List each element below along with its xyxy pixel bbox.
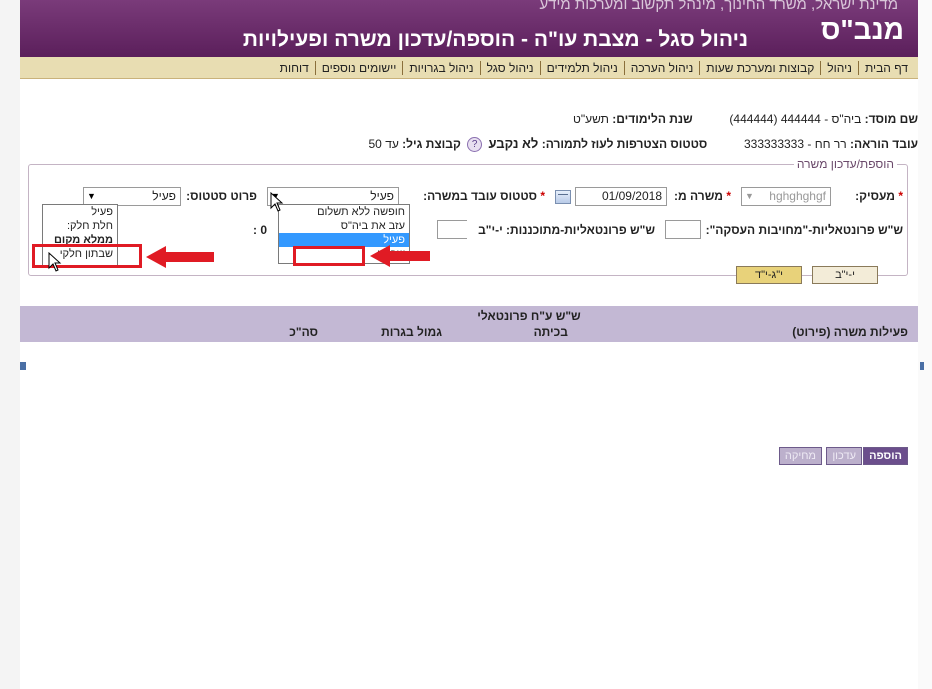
add-button[interactable]: הוספה [863,447,908,465]
age-group-label: קבוצת גיל: [402,137,461,151]
page-title: ניהול סגל - מצבת עו"ה - הוספה/עדכון משרה… [242,28,748,51]
institution-line: שם מוסד: ביה"ס - 444444 (444444) שנת הלי… [573,112,918,126]
help-icon[interactable]: ? [467,137,483,153]
employer-select[interactable]: hghghghgf ▼ [741,187,831,206]
nav-groups-schedule[interactable]: קבוצות ומערכת שעות [699,60,820,75]
job-status-label: * סטטוס עובד במשרה: [423,189,545,203]
status-detail-option[interactable]: פעיל [43,205,117,219]
chevron-down-icon: ▼ [87,191,96,201]
year-label: שנת הלימודים: [612,112,693,126]
tab-grades-10-12[interactable]: י-י"ב [812,266,878,284]
col-total-header: סה"כ [289,325,318,339]
nav-students[interactable]: ניהול תלמידים [539,60,624,75]
nav-more-apps[interactable]: יישומים נוספים [314,60,403,75]
job-status-option[interactable]: חופשה ללא תשלום [279,205,409,219]
frontal-hours-label: ש"ש פרונטאליות-"מחויבות העסקה": [705,223,903,237]
mouse-cursor-icon [48,252,62,272]
left-window-edge [0,0,20,689]
job-from-label: * משרה מ: [674,189,731,203]
col-matriculation-header: גמול בגרות [381,325,442,339]
nav-matriculation[interactable]: ניהול בגרויות [402,60,479,75]
nav-reports[interactable]: דוחות [274,61,315,75]
employer-label: * מעסיק: [855,189,903,203]
institution-value: ביה"ס - 444444 (444444) [729,112,862,126]
zero-value: 0 : [252,223,267,237]
delete-button[interactable]: מחיקה [778,447,822,465]
col-activity-header: פעילות משרה (פירוט) [792,325,908,339]
activities-table-header: ש"ש ע"ח פרונטאלי פעילות משרה (פירוט) בכי… [20,306,918,342]
app-logo: מנב"ס [820,14,904,45]
job-status-option[interactable]: עזב את ביה"ס [279,219,409,233]
nav-assessment[interactable]: ניהול הערכה [623,60,700,75]
planned-hours-input[interactable] [437,220,467,239]
join-status-value: לא נקבע [488,136,539,151]
join-status-label: סטטוס הצטרפות לעוז לתמורה: [541,137,708,151]
planned-hours-label: ש"ש פרונטאליות-מתוכננות: י-י"ב [478,223,655,237]
right-window-edge [918,0,932,689]
chevron-down-icon: ▼ [745,191,754,201]
nav-staff[interactable]: ניהול סגל [479,60,540,75]
app-page: מדינת ישראל, משרד החינוך, מינהל תקשוב ומ… [20,0,918,689]
calendar-icon[interactable] [555,190,571,204]
main-nav: דף הבית ניהול קבוצות ומערכת שעות ניהול ה… [20,57,918,79]
teacher-label: עובד הוראה: [850,137,918,151]
splitter-handle[interactable] [20,362,26,370]
update-button[interactable]: עדכון [826,447,862,465]
job-from-date-input[interactable]: 01/09/2018 [575,187,667,206]
red-arrow-icon [146,246,214,268]
app-header: מדינת ישראל, משרד החינוך, מינהל תקשוב ומ… [20,0,918,57]
mouse-cursor-icon [270,192,284,212]
nav-management[interactable]: ניהול [820,60,858,75]
status-detail-option[interactable]: חלת חלק: [43,219,117,233]
tab-grades-13-14[interactable]: י"ג-י"ד [736,266,802,284]
nav-home[interactable]: דף הבית [857,60,914,75]
teacher-value: רר חח - 333333333 [743,137,847,151]
splitter-handle[interactable] [920,362,924,370]
status-detail-option-highlighted[interactable]: ממלא מקום [43,233,117,247]
age-group-value: עד 50 [368,137,399,151]
col-class-header: בכיתה [533,325,568,339]
fieldset-legend: הוספת/עדכון משרה [793,157,897,171]
year-value: תשע"ט [573,112,609,126]
frontal-hours-input[interactable] [665,220,701,239]
status-detail-label: פרוט סטטוס: [186,189,257,203]
teacher-line: עובד הוראה: רר חח - 333333333 סטטוס הצטר… [368,136,918,153]
red-arrow-icon [370,245,430,267]
institution-label: שם מוסד: [864,112,918,126]
ministry-banner: מדינת ישראל, משרד החינוך, מינהל תקשוב ומ… [539,0,898,13]
frontal-hours-group-header: ש"ש ע"ח פרונטאלי [477,309,581,323]
